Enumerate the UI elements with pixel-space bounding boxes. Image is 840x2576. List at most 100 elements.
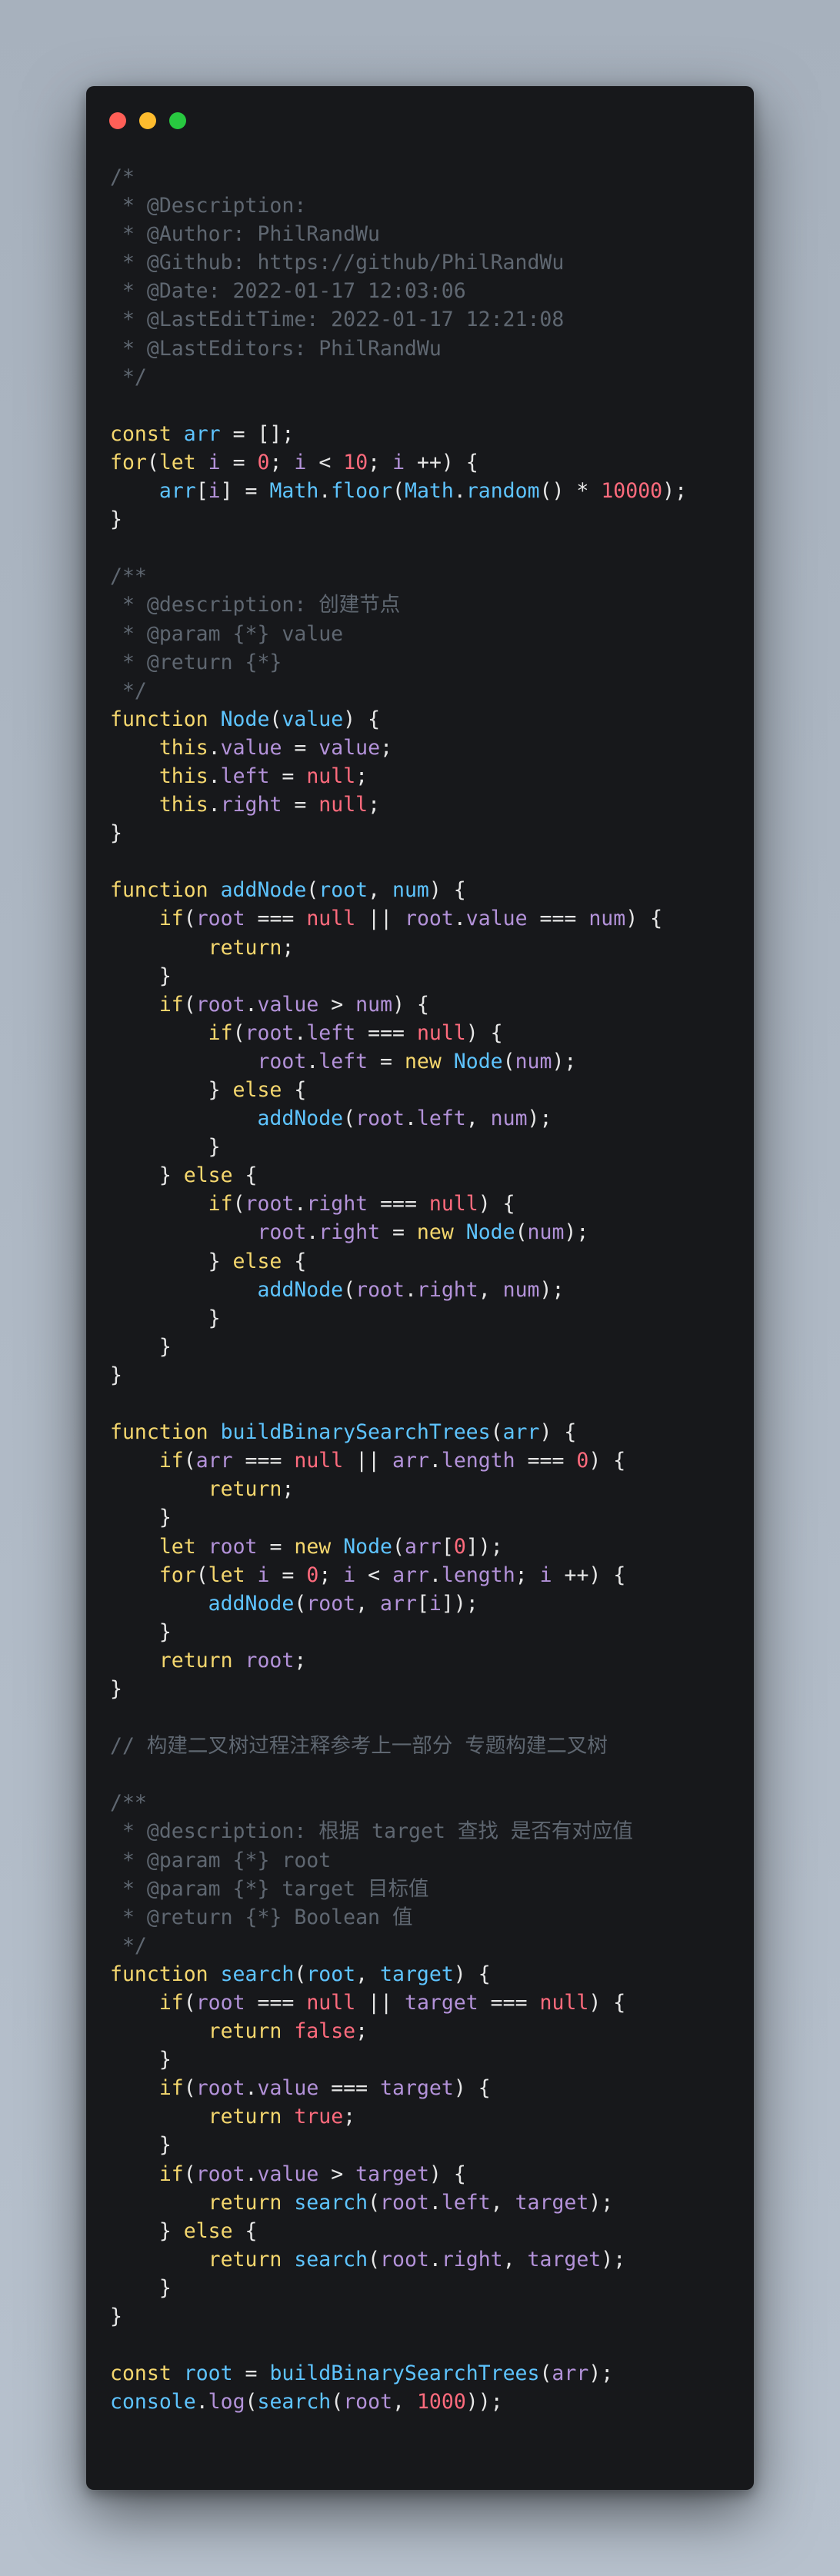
code-token: . [428, 1563, 442, 1587]
code-line: function buildBinarySearchTrees(arr) { [110, 1418, 738, 1446]
code-token: let [158, 1534, 208, 1559]
code-token: * @return {*} [110, 650, 282, 674]
code-token: value [282, 707, 344, 731]
code-line: if(root === null || root.value === num) … [110, 904, 738, 933]
code-line: return true; [110, 2102, 738, 2131]
code-line: // 构建二叉树过程注释参考上一部分 专题构建二叉树 [110, 1732, 738, 1760]
code-token: ( [368, 2247, 381, 2271]
code-token: target [515, 2190, 589, 2215]
code-token: } [110, 2218, 184, 2243]
code-token: i [343, 1563, 356, 1587]
code-token: Node [343, 1534, 393, 1559]
code-token: new [404, 1049, 454, 1073]
code-token: } [110, 1334, 172, 1359]
code-token: return [208, 2247, 295, 2271]
code-token: return [158, 1648, 245, 1672]
code-token: } [110, 2305, 122, 2329]
maximize-dot-icon[interactable] [169, 112, 186, 129]
code-token: ( [392, 1534, 405, 1559]
code-line: * @LastEditors: PhilRandWu [110, 334, 738, 363]
close-dot-icon[interactable] [109, 112, 126, 129]
code-token: arr [183, 421, 221, 446]
code-token: ( [294, 1962, 307, 1986]
code-token: ( [245, 2390, 258, 2415]
code-line: addNode(root.left, num); [110, 1104, 738, 1133]
code-line: } else { [110, 1247, 738, 1276]
code-token: Node [465, 1220, 515, 1245]
code-line: } [110, 819, 738, 847]
code-token: > [318, 2162, 356, 2186]
code-line: if(arr === null || arr.length === 0) { [110, 1446, 738, 1475]
code-token: * @param {*} target 目标值 [110, 1876, 429, 1901]
code-token: root [306, 1962, 356, 1986]
code-token: ); [601, 2247, 626, 2271]
code-token: 0 [257, 450, 270, 474]
code-token: search [220, 1962, 295, 1986]
code-token: } [110, 2275, 172, 2300]
code-token: 10 [343, 450, 368, 474]
code-token: ) { [625, 907, 663, 931]
code-token: console [110, 2390, 196, 2415]
code-token: ( [392, 479, 405, 504]
code-line: return root; [110, 1646, 738, 1675]
code-token: . [294, 1192, 307, 1216]
code-token: . [453, 479, 466, 504]
code-token: const [110, 2361, 184, 2386]
code-token: . [208, 764, 221, 788]
code-token: = [282, 735, 319, 760]
code-token: ; [355, 2019, 368, 2044]
code-line: * @description: 根据 target 查找 是否有对应值 [110, 1817, 738, 1845]
code-token: left [441, 2190, 491, 2215]
code-line: } [110, 1618, 738, 1646]
code-token: buildBinarySearchTrees [269, 2361, 540, 2386]
code-line: addNode(root, arr[i]); [110, 1589, 738, 1618]
minimize-dot-icon[interactable] [139, 112, 156, 129]
code-token: value [257, 2076, 319, 2101]
code-token: . [294, 1020, 307, 1045]
code-line: if(root.right === null) { [110, 1190, 738, 1218]
code-line: } [110, 505, 738, 534]
code-token: || [355, 907, 405, 931]
code-token: new [294, 1534, 344, 1559]
code-token: root [343, 2390, 393, 2415]
code-token: right [306, 1192, 368, 1216]
code-token: . [428, 1449, 442, 1473]
code-token: this [158, 735, 208, 760]
code-token: if [158, 2076, 184, 2101]
code-token: log [208, 2390, 245, 2415]
code-token: . [208, 735, 221, 760]
code-token: if [158, 992, 184, 1017]
code-token: = [282, 793, 319, 817]
code-line: } [110, 1333, 738, 1361]
code-token: } [110, 1506, 172, 1530]
code-token: . [208, 793, 221, 817]
code-token: let [208, 1563, 258, 1587]
code-token: [ [195, 479, 208, 504]
code-token: ; [282, 1477, 295, 1502]
code-token: 0 [306, 1563, 319, 1587]
code-token: arr [195, 1449, 233, 1473]
code-token: . [306, 1049, 319, 1073]
code-line: /* [110, 163, 738, 191]
code-line: */ [110, 363, 738, 391]
code-token: 1000 [416, 2390, 466, 2415]
code-line: console.log(search(root, 1000)); [110, 2388, 738, 2416]
code-token: value [318, 735, 381, 760]
code-token: { [232, 2218, 258, 2243]
code-token: * @LastEditors: PhilRandWu [110, 336, 442, 361]
code-token: } [110, 1619, 172, 1644]
code-token: . [245, 2076, 258, 2101]
code-token: i [392, 450, 405, 474]
code-token: [ [441, 1534, 454, 1559]
code-token: * @return {*} Boolean 值 [110, 1905, 413, 1929]
code-token: target [527, 2247, 602, 2271]
code-token: i [208, 450, 221, 474]
